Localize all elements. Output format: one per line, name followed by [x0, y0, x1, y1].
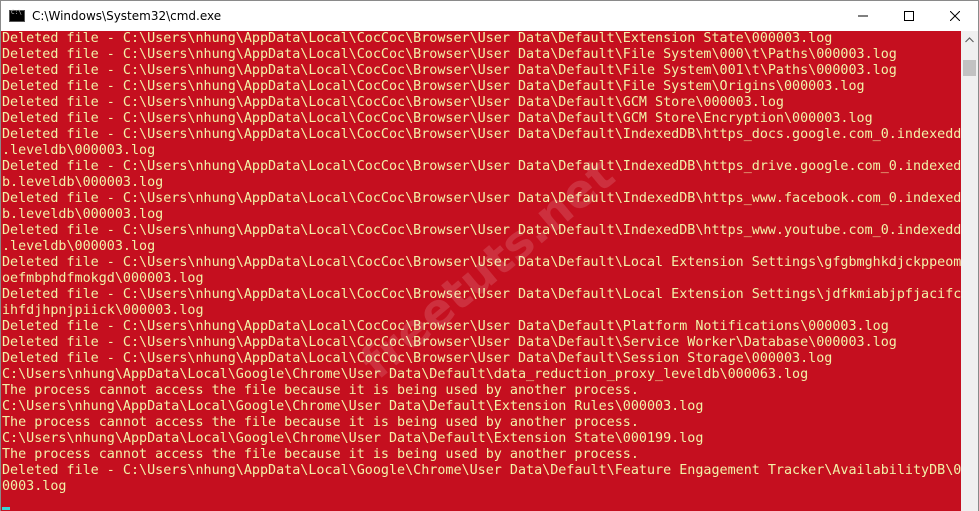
maximize-button[interactable] — [886, 1, 932, 31]
console-line: .leveldb\000003.log — [2, 239, 156, 254]
console-line: b.leveldb\000003.log — [2, 175, 164, 190]
minimize-button[interactable] — [840, 1, 886, 31]
maximize-icon — [904, 11, 914, 21]
console-line: Deleted file - C:\Users\nhung\AppData\Lo… — [2, 351, 833, 366]
console-line: Deleted file - C:\Users\nhung\AppData\Lo… — [2, 319, 889, 334]
console-line: Deleted file - C:\Users\nhung\AppData\Lo… — [2, 255, 961, 270]
minimize-icon — [858, 15, 868, 17]
console-line: C:\Users\nhung\AppData\Local\Google\Chro… — [2, 367, 809, 382]
console-line: b.leveldb\000003.log — [2, 207, 164, 222]
console-line: Deleted file - C:\Users\nhung\AppData\Lo… — [2, 79, 865, 94]
close-button[interactable] — [932, 1, 978, 31]
close-icon — [950, 11, 960, 21]
console-line: Deleted file - C:\Users\nhung\AppData\Lo… — [2, 463, 961, 478]
cmd-icon — [9, 9, 25, 22]
console-line: Deleted file - C:\Users\nhung\AppData\Lo… — [2, 111, 873, 126]
console-line: Deleted file - C:\Users\nhung\AppData\Lo… — [2, 287, 961, 302]
cmd-window: C:\Windows\System32\cmd.exe Deleted file… — [0, 0, 979, 511]
text-cursor — [2, 507, 10, 510]
console-line: Deleted file - C:\Users\nhung\AppData\Lo… — [2, 63, 897, 78]
console-line: ihfdjhpnjpiick\000003.log — [2, 303, 204, 318]
scroll-up-button[interactable] — [961, 31, 978, 48]
console-line: Deleted file - C:\Users\nhung\AppData\Lo… — [2, 159, 961, 174]
scroll-up-icon — [965, 36, 974, 42]
console-line: .leveldb\000003.log — [2, 143, 156, 158]
console-line: Deleted file - C:\Users\nhung\AppData\Lo… — [2, 223, 961, 238]
console-output[interactable]: Deleted file - C:\Users\nhung\AppData\Lo… — [1, 31, 961, 511]
scroll-thumb[interactable] — [963, 60, 976, 76]
console-line: oefmbphdfmokgd\000003.log — [2, 271, 204, 286]
console-line: Deleted file - C:\Users\nhung\AppData\Lo… — [2, 47, 897, 62]
console-line: Deleted file - C:\Users\nhung\AppData\Lo… — [2, 335, 897, 350]
console-line: The process cannot access the file becau… — [2, 383, 639, 398]
console-line: Deleted file - C:\Users\nhung\AppData\Lo… — [2, 127, 961, 142]
console-line: The process cannot access the file becau… — [2, 415, 639, 430]
console-line: Deleted file - C:\Users\nhung\AppData\Lo… — [2, 95, 784, 110]
title-bar[interactable]: C:\Windows\System32\cmd.exe — [1, 1, 978, 31]
console-line: C:\Users\nhung\AppData\Local\Google\Chro… — [2, 431, 704, 446]
console-line: C:\Users\nhung\AppData\Local\Google\Chro… — [2, 399, 704, 414]
vertical-scrollbar[interactable] — [961, 31, 978, 511]
console-line: The process cannot access the file becau… — [2, 447, 639, 462]
console-line: 0003.log — [2, 479, 67, 494]
console-line: Deleted file - C:\Users\nhung\AppData\Lo… — [2, 31, 833, 46]
window-title: C:\Windows\System32\cmd.exe — [32, 9, 222, 23]
console-line: Deleted file - C:\Users\nhung\AppData\Lo… — [2, 191, 961, 206]
